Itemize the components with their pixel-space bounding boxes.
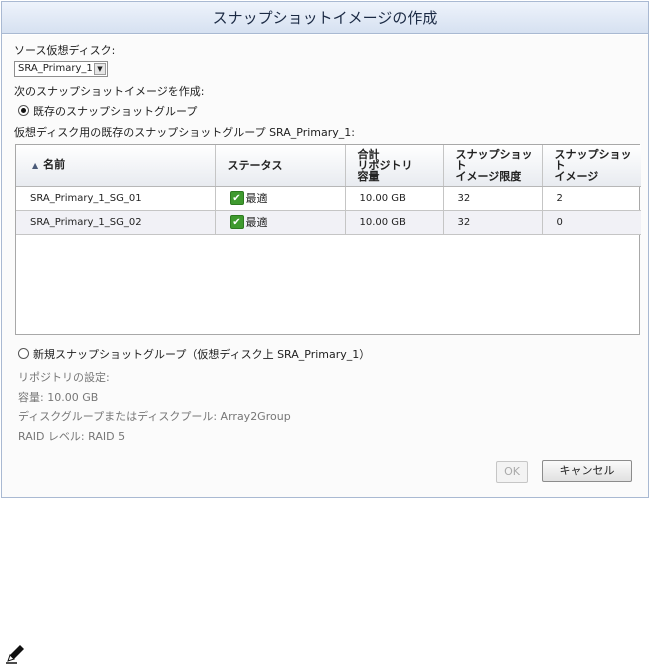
table-row[interactable]: SRA_Primary_1_SG_02 ✔ 最適 10.00 GB 32 0 <box>16 210 641 235</box>
column-header-image-limit[interactable]: スナップショット イメージ限度 <box>443 145 543 187</box>
repository-capacity: 容量: 10.00 GB <box>18 391 99 404</box>
snapshot-group-table: ▲ 名前 ステータス 合計 リポジトリ 容量 スナップショット イメージ限度 スナ… <box>15 144 641 335</box>
sort-ascending-icon: ▲ <box>32 161 39 171</box>
cell-name: SRA_Primary_1_SG_01 <box>16 186 216 211</box>
table-row[interactable]: SRA_Primary_1_SG_01 ✔ 最適 10.00 GB 32 2 <box>16 186 641 211</box>
repository-settings-label: リポジトリの設定: <box>18 371 110 384</box>
status-text: 最適 <box>245 216 268 229</box>
column-header-name-label: 名前 <box>43 158 66 172</box>
source-disk-select-value: SRA_Primary_1 <box>18 63 93 74</box>
column-header-images[interactable]: スナップショット イメージ <box>542 145 641 187</box>
create-snapshot-image-dialog: スナップショットイメージの作成 ソース仮想ディスク: SRA_Primary_1… <box>1 1 649 498</box>
cell-capacity: 10.00 GB <box>345 210 444 235</box>
check-icon: ✔ <box>229 191 244 205</box>
dialog-body: ソース仮想ディスク: SRA_Primary_1 ▼ 次のスナップショットイメー… <box>2 35 648 497</box>
create-from-label: 次のスナップショットイメージを作成: <box>14 85 205 98</box>
source-disk-label: ソース仮想ディスク: <box>14 44 116 57</box>
cell-status: ✔ 最適 <box>215 186 346 211</box>
cell-images: 0 <box>542 210 641 235</box>
column-header-capacity-label: 合計 リポジトリ 容量 <box>357 147 413 183</box>
status-text: 最適 <box>245 192 268 205</box>
repository-pool: ディスクグループまたはディスクプール: Array2Group <box>18 410 291 423</box>
chevron-down-icon[interactable]: ▼ <box>94 63 106 75</box>
pencil-icon <box>6 645 24 664</box>
existing-groups-label: 仮想ディスク用の既存のスナップショットグループ SRA_Primary_1: <box>14 126 355 139</box>
check-icon: ✔ <box>229 215 244 229</box>
existing-group-option-label: 既存のスナップショットグループ <box>33 105 198 118</box>
cell-images: 2 <box>542 186 641 211</box>
dialog-title: スナップショットイメージの作成 <box>2 2 648 34</box>
column-header-image-limit-label: スナップショット イメージ限度 <box>455 147 533 183</box>
column-header-status-label: ステータス <box>227 158 283 172</box>
new-group-option-label: 新規スナップショットグループ（仮想ディスク上 SRA_Primary_1） <box>33 348 371 361</box>
cell-name: SRA_Primary_1_SG_02 <box>16 210 216 235</box>
column-header-name[interactable]: ▲ 名前 <box>16 145 216 187</box>
cell-limit: 32 <box>443 186 543 211</box>
ok-button[interactable]: OK <box>496 461 528 483</box>
cancel-button[interactable]: キャンセル <box>542 460 632 482</box>
column-header-images-label: スナップショット イメージ <box>554 147 632 183</box>
column-header-status[interactable]: ステータス <box>215 145 346 187</box>
repository-raid-level: RAID レベル: RAID 5 <box>18 430 126 443</box>
cell-limit: 32 <box>443 210 543 235</box>
existing-group-radio[interactable] <box>18 105 29 116</box>
column-header-capacity[interactable]: 合計 リポジトリ 容量 <box>345 145 444 187</box>
table-header-row: ▲ 名前 ステータス 合計 リポジトリ 容量 スナップショット イメージ限度 スナ… <box>16 145 641 187</box>
source-disk-select[interactable]: SRA_Primary_1 ▼ <box>14 61 108 77</box>
cell-capacity: 10.00 GB <box>345 186 444 211</box>
cell-status: ✔ 最適 <box>215 210 346 235</box>
new-group-radio[interactable] <box>18 348 29 359</box>
